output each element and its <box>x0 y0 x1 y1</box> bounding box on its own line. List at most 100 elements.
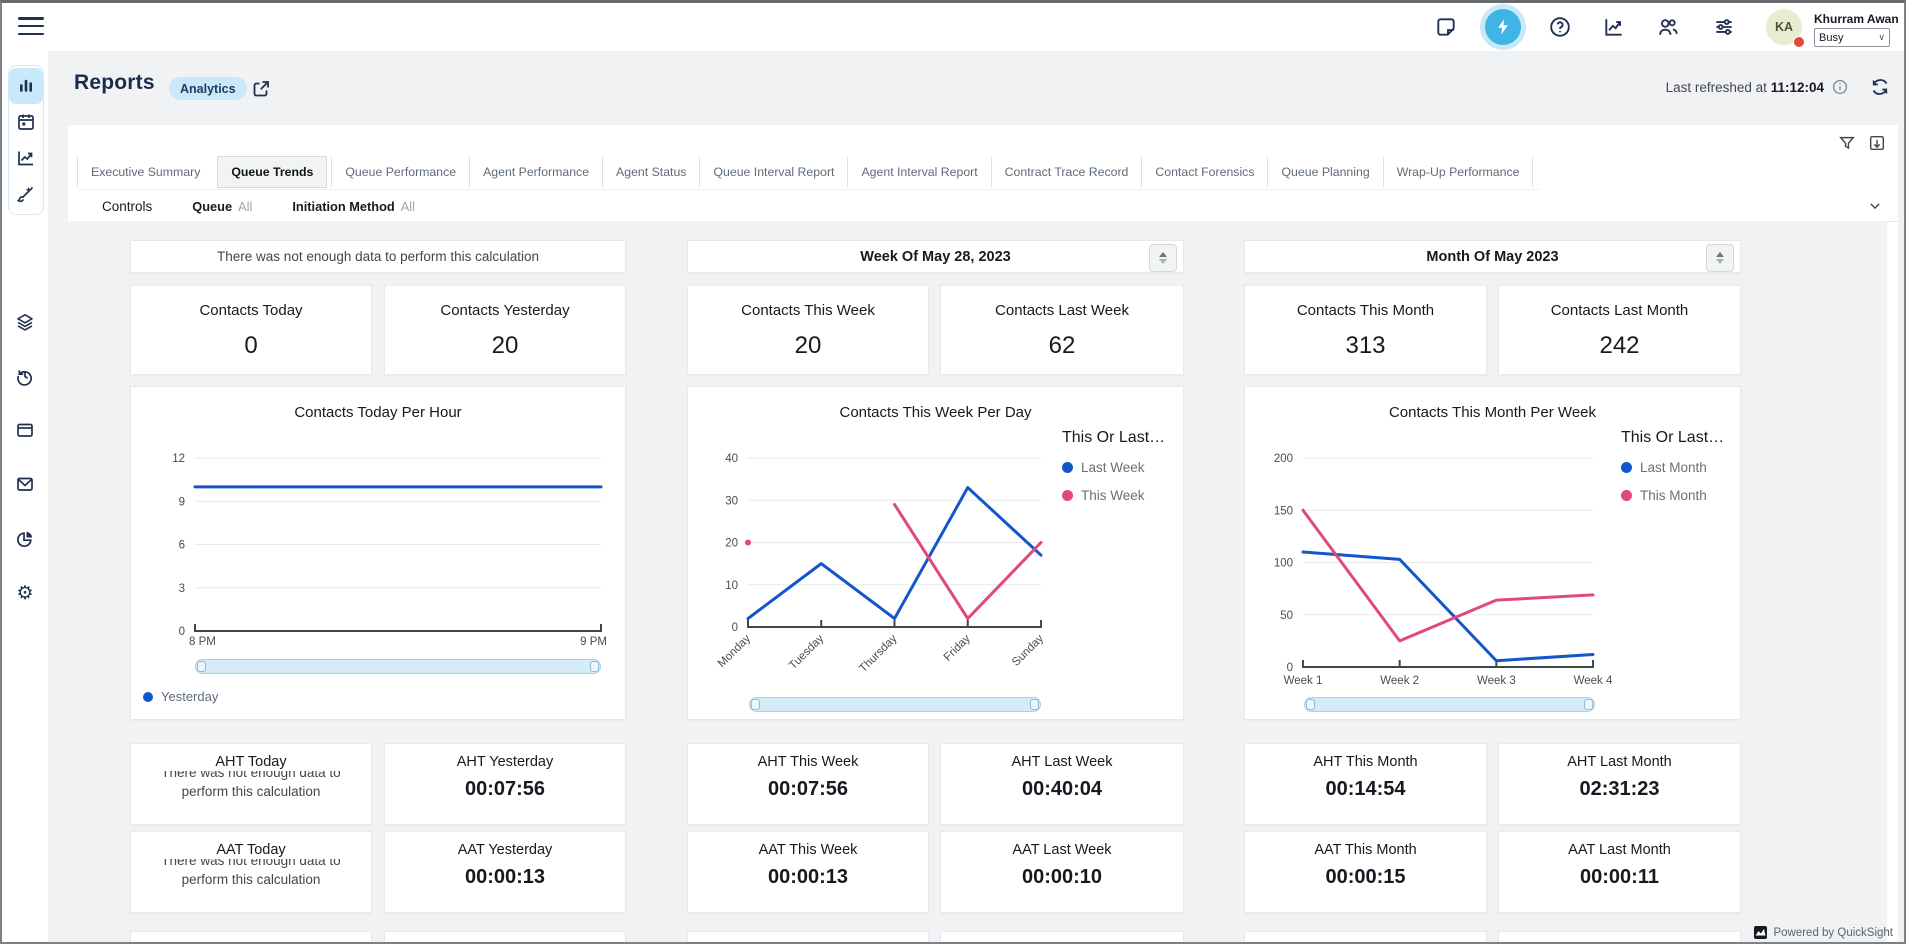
legend-this-week[interactable]: This Week <box>1062 488 1182 503</box>
notepad-icon[interactable] <box>1434 15 1458 39</box>
sidebar-item-history[interactable] <box>8 358 42 394</box>
tab-queue-performance[interactable]: Queue Performance <box>331 157 469 187</box>
svg-text:200: 200 <box>1274 453 1293 465</box>
kpi-aht-yesterday: AHT Yesterday 00:07:56 <box>384 743 626 825</box>
column-header-week: Week Of May 28, 2023 <box>687 240 1184 273</box>
refresh-icon[interactable] <box>1870 77 1890 97</box>
chart-contacts-today-per-hour: Contacts Today Per Hour 0369128 PM9 PM Y… <box>130 386 626 720</box>
svg-text:30: 30 <box>725 495 738 507</box>
controls-row: Controls QueueAll Initiation MethodAll <box>68 191 1898 222</box>
svg-text:150: 150 <box>1274 505 1293 517</box>
design-icon <box>16 184 36 204</box>
partial-card <box>130 931 372 942</box>
legend-this-month[interactable]: This Month <box>1621 488 1741 503</box>
chart-x-scrollbar[interactable] <box>749 697 1041 712</box>
chart-contacts-this-week-per-day: Contacts This Week Per Day 010203040Mond… <box>687 386 1184 720</box>
kpi-aht-this-week: AHT This Week 00:07:56 <box>687 743 929 825</box>
sidebar-item-analytics[interactable] <box>9 68 43 104</box>
external-link-icon[interactable] <box>251 79 271 99</box>
sidebar-item-metrics[interactable] <box>9 140 43 176</box>
legend-yesterday[interactable]: Yesterday <box>143 689 218 704</box>
partial-card <box>1498 931 1741 942</box>
export-icon[interactable] <box>1868 134 1886 152</box>
page-title: Reports <box>74 71 155 95</box>
svg-text:0: 0 <box>179 626 185 638</box>
kpi-aat-today: AAT Today There was not enough data to p… <box>130 831 372 913</box>
svg-text:Thursday: Thursday <box>857 632 900 675</box>
tab-contract-trace-record[interactable]: Contract Trace Record <box>991 157 1142 187</box>
initiation-method-filter[interactable]: Initiation MethodAll <box>292 199 415 214</box>
sidebar-item-design[interactable] <box>9 176 43 212</box>
info-icon[interactable] <box>1832 79 1848 95</box>
legend-title: This Or Last… <box>1062 429 1182 447</box>
tab-agent-interval-report[interactable]: Agent Interval Report <box>847 157 990 187</box>
report-tabs: Executive Summary Queue Trends Queue Per… <box>77 155 1539 190</box>
kpi-aht-today: AHT Today There was not enough data to p… <box>130 743 372 825</box>
line-chart-icon <box>16 148 36 168</box>
tab-agent-status[interactable]: Agent Status <box>602 157 699 187</box>
kpi-aht-last-week: AHT Last Week 00:40:04 <box>940 743 1184 825</box>
status-select[interactable]: Busy ∨ <box>1814 28 1890 47</box>
legend-title: This Or Last… <box>1621 429 1741 447</box>
lightning-icon[interactable] <box>1485 9 1521 45</box>
column-header-month: Month Of May 2023 <box>1244 240 1741 273</box>
no-data-clipped-message: There was not enough data to perform thi… <box>137 771 365 818</box>
sliders-icon[interactable] <box>1712 15 1736 39</box>
sidebar-item-calendar[interactable] <box>9 104 43 140</box>
user-name: Khurram Awan <box>1814 12 1899 26</box>
svg-text:3: 3 <box>179 583 185 595</box>
hamburger-menu-icon[interactable] <box>18 17 44 37</box>
svg-text:40: 40 <box>725 453 738 465</box>
gear-icon: ⚙ <box>16 584 33 603</box>
svg-text:Tuesday: Tuesday <box>787 632 827 672</box>
tab-queue-trends[interactable]: Queue Trends <box>217 156 327 188</box>
sidebar-item-pie[interactable] <box>8 521 42 557</box>
partial-card <box>687 931 929 942</box>
queue-filter[interactable]: QueueAll <box>192 199 252 214</box>
svg-text:10: 10 <box>725 580 738 592</box>
legend-last-month[interactable]: Last Month <box>1621 460 1741 475</box>
kpi-contacts-this-month: Contacts This Month 313 <box>1244 285 1487 375</box>
kpi-contacts-this-week: Contacts This Week 20 <box>687 285 929 375</box>
dashboard-sheet: There was not enough data to perform thi… <box>68 221 1887 942</box>
chart-x-scrollbar[interactable] <box>195 659 601 674</box>
status-value: Busy <box>1819 32 1843 44</box>
tab-executive-summary[interactable]: Executive Summary <box>77 157 213 187</box>
legend-dot <box>1062 490 1073 501</box>
tab-queue-interval-report[interactable]: Queue Interval Report <box>699 157 847 187</box>
column-header-no-data: There was not enough data to perform thi… <box>130 240 626 273</box>
month-selector-spinner[interactable] <box>1706 244 1734 272</box>
sidebar-item-layers[interactable] <box>8 304 42 340</box>
users-icon[interactable] <box>1656 15 1680 39</box>
pie-chart-icon <box>15 529 35 549</box>
controls-label: Controls <box>102 199 152 214</box>
controls-collapse-chevron-icon[interactable] <box>1868 199 1882 213</box>
partial-card <box>940 931 1184 942</box>
top-bar: KA Khurram Awan Busy ∨ <box>2 3 1904 51</box>
window-icon <box>15 420 35 440</box>
svg-text:Monday: Monday <box>716 632 754 670</box>
metrics-icon[interactable] <box>1602 15 1626 39</box>
week-selector-spinner[interactable] <box>1149 244 1177 272</box>
chart-x-scrollbar[interactable] <box>1304 697 1595 712</box>
tab-queue-planning[interactable]: Queue Planning <box>1267 157 1382 187</box>
tab-wrap-up-performance[interactable]: Wrap-Up Performance <box>1383 157 1534 187</box>
sidebar-item-settings[interactable]: ⚙ <box>8 575 42 611</box>
no-data-clipped-message: There was not enough data to perform thi… <box>137 859 365 906</box>
refresh-time: 11:12:04 <box>1771 80 1824 95</box>
svg-text:8 PM: 8 PM <box>189 636 216 648</box>
legend-dot <box>1621 490 1632 501</box>
svg-text:0: 0 <box>732 622 738 634</box>
month-header-title: Month Of May 2023 <box>1426 249 1558 265</box>
legend-last-week[interactable]: Last Week <box>1062 460 1182 475</box>
filter-icon[interactable] <box>1838 134 1856 152</box>
kpi-contacts-today: Contacts Today 0 <box>130 285 372 375</box>
tab-agent-performance[interactable]: Agent Performance <box>469 157 602 187</box>
tab-contact-forensics[interactable]: Contact Forensics <box>1141 157 1267 187</box>
partial-card <box>1244 931 1487 942</box>
svg-text:6: 6 <box>179 540 185 552</box>
sidebar-item-window[interactable] <box>8 412 42 448</box>
sidebar-item-mail[interactable] <box>8 466 42 502</box>
help-icon[interactable] <box>1548 15 1572 39</box>
svg-text:Week 3: Week 3 <box>1477 675 1516 687</box>
